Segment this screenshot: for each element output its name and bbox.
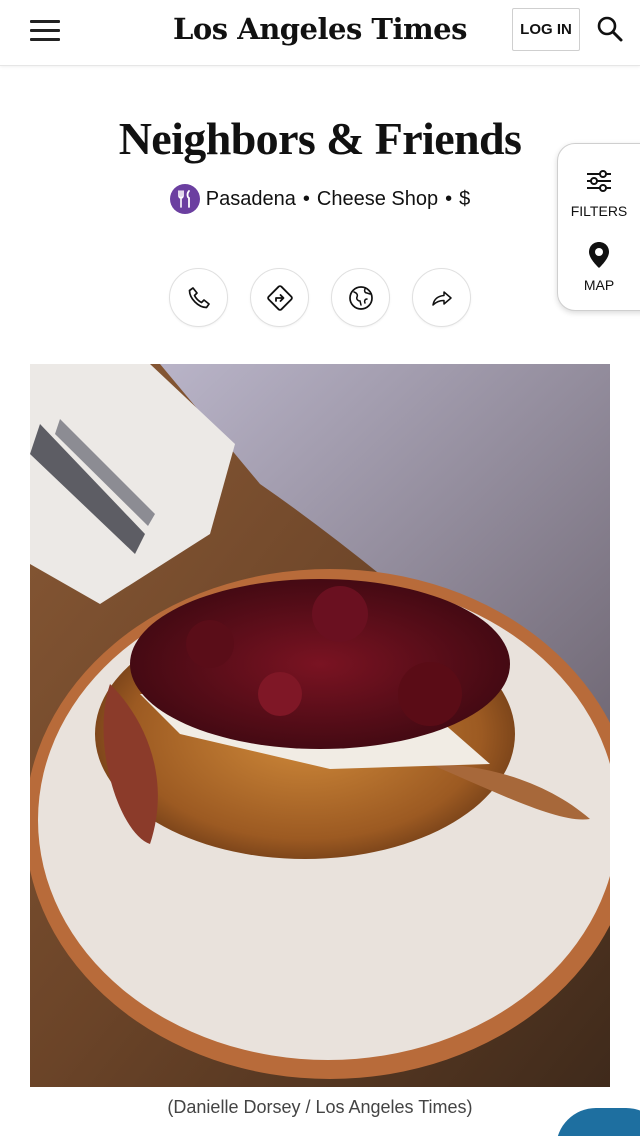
directions-icon (266, 284, 293, 311)
site-logo[interactable]: Los Angeles Times (170, 12, 470, 46)
filters-label: FILTERS (570, 203, 628, 219)
place-price: $ (459, 187, 471, 210)
meta-separator: • (445, 187, 453, 210)
place-title: Neighbors & Friends (118, 113, 522, 164)
meta-separator: • (302, 187, 310, 210)
map-label: MAP (583, 277, 615, 293)
food-photo (30, 364, 610, 1087)
directions-button[interactable] (250, 268, 309, 327)
place-category: Cheese Shop (316, 187, 439, 210)
place-neighborhood: Pasadena (205, 187, 296, 210)
map-pin-icon (589, 242, 609, 268)
utensils-icon (169, 184, 200, 214)
side-panel: FILTERS MAP (557, 143, 640, 311)
website-button[interactable] (331, 268, 390, 327)
filters-button[interactable]: FILTERS (558, 166, 640, 219)
sliders-icon (587, 170, 611, 192)
phone-icon (188, 286, 210, 308)
map-button[interactable]: MAP (558, 240, 640, 293)
action-row (0, 268, 640, 327)
call-button[interactable] (169, 268, 228, 327)
share-icon (431, 290, 452, 306)
photo-caption: (Danielle Dorsey / Los Angeles Times) (167, 1097, 473, 1117)
hamburger-menu-icon[interactable] (28, 16, 62, 46)
place-meta: Pasadena • Cheese Shop • $ (0, 184, 640, 214)
share-button[interactable] (412, 268, 471, 327)
globe-icon (348, 285, 373, 310)
site-header: Los Angeles Times LOG IN (0, 0, 640, 66)
login-button[interactable]: LOG IN (512, 8, 580, 51)
search-icon[interactable] (596, 15, 624, 43)
